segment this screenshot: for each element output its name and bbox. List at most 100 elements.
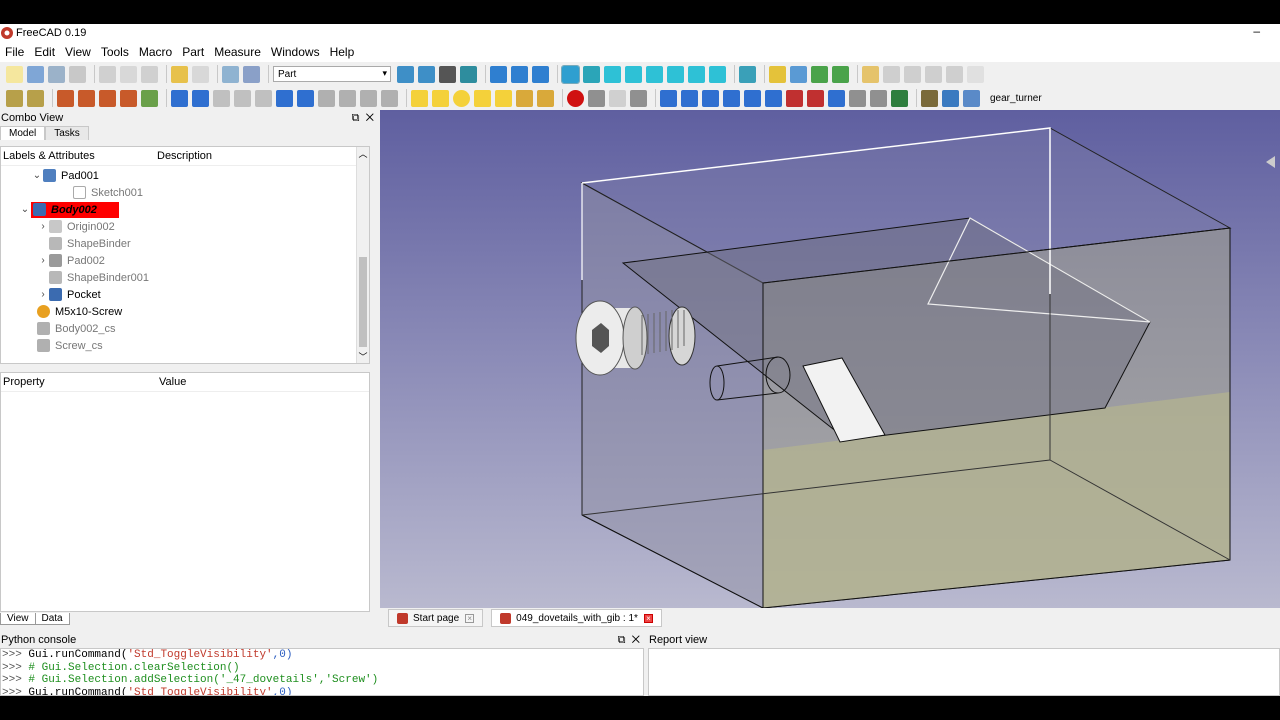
boolean-icon[interactable] bbox=[171, 89, 188, 107]
workbench-selector[interactable]: Part ▾ bbox=[273, 66, 391, 82]
tree-item-shapebinder[interactable]: ShapeBinder bbox=[49, 235, 131, 252]
chevron-up-icon[interactable]: ︿ bbox=[357, 147, 369, 160]
draw-style-icon[interactable] bbox=[439, 65, 456, 83]
open-file-icon[interactable] bbox=[27, 65, 44, 83]
primitives-icon[interactable] bbox=[537, 89, 554, 107]
record-icon[interactable] bbox=[567, 89, 584, 107]
new-file-icon[interactable] bbox=[6, 65, 23, 83]
section-cut-icon[interactable] bbox=[849, 89, 866, 107]
macro-tool-4-icon[interactable] bbox=[120, 89, 137, 107]
menu-tools[interactable]: Tools bbox=[96, 45, 134, 59]
macro-edit-icon[interactable] bbox=[27, 89, 44, 107]
section-icon[interactable] bbox=[255, 89, 272, 107]
tree-item-sketch001[interactable]: Sketch001 bbox=[73, 184, 143, 201]
measure-toggle-icon[interactable] bbox=[946, 65, 963, 83]
torus-icon[interactable] bbox=[495, 89, 512, 107]
float-icon[interactable]: ⧉ bbox=[618, 634, 626, 646]
check-geometry-icon[interactable] bbox=[360, 89, 377, 107]
menu-view[interactable]: View bbox=[60, 45, 96, 59]
measure-clear-icon[interactable] bbox=[925, 65, 942, 83]
sweep-icon[interactable] bbox=[828, 89, 845, 107]
cone-icon[interactable] bbox=[474, 89, 491, 107]
tree-item-body002-cs[interactable]: Body002_cs bbox=[37, 320, 116, 337]
tab-tasks[interactable]: Tasks bbox=[45, 126, 89, 140]
rear-view-icon[interactable] bbox=[667, 65, 684, 83]
3d-model-view[interactable] bbox=[380, 110, 1280, 608]
sphere-icon[interactable] bbox=[453, 89, 470, 107]
measure-linear-icon[interactable] bbox=[862, 65, 879, 83]
zoom-icon[interactable] bbox=[561, 64, 580, 84]
tab-start-page[interactable]: Start page × bbox=[388, 609, 484, 627]
revolve-icon[interactable] bbox=[681, 89, 698, 107]
macro-tool-3-icon[interactable] bbox=[99, 89, 116, 107]
paste-icon[interactable] bbox=[141, 65, 158, 83]
tab-dovetails-doc[interactable]: 049_dovetails_with_gib : 1* × bbox=[491, 609, 662, 627]
thickness-icon[interactable] bbox=[891, 89, 908, 107]
tree-item-body002[interactable]: ⌄ Body002 bbox=[19, 201, 119, 218]
tree-item-origin002[interactable]: › Origin002 bbox=[37, 218, 115, 235]
macro-editor-icon[interactable] bbox=[609, 89, 626, 107]
tab-data[interactable]: Data bbox=[34, 613, 70, 625]
macro-tool-5-icon[interactable] bbox=[141, 89, 158, 107]
spreadsheet-icon[interactable] bbox=[921, 89, 938, 107]
common-icon[interactable] bbox=[234, 89, 251, 107]
compound-icon[interactable] bbox=[318, 89, 335, 107]
tree-item-pad002[interactable]: › Pad002 bbox=[37, 252, 105, 269]
create-group-icon[interactable] bbox=[790, 65, 807, 83]
tube-icon[interactable] bbox=[516, 89, 533, 107]
tree-item-pad001[interactable]: ⌄ Pad001 bbox=[31, 167, 99, 184]
tab-view[interactable]: View bbox=[0, 613, 36, 625]
scrollbar-thumb[interactable] bbox=[359, 257, 367, 347]
join-features-icon[interactable] bbox=[276, 89, 293, 107]
macro-tool-1-icon[interactable] bbox=[57, 89, 74, 107]
menu-measure[interactable]: Measure bbox=[209, 45, 266, 59]
fuse-icon[interactable] bbox=[213, 89, 230, 107]
close-icon[interactable]: ✕ bbox=[632, 634, 640, 646]
fillet-icon[interactable] bbox=[723, 89, 740, 107]
compound-filter-icon[interactable] bbox=[339, 89, 356, 107]
tree-item-screw-cs[interactable]: Screw_cs bbox=[37, 337, 103, 354]
measure-delta-icon[interactable] bbox=[967, 65, 984, 83]
python-icon[interactable] bbox=[942, 89, 959, 107]
close-icon[interactable]: × bbox=[643, 613, 653, 623]
copy-icon[interactable] bbox=[120, 65, 137, 83]
menu-help[interactable]: Help bbox=[325, 45, 360, 59]
tree-item-pocket[interactable]: › Pocket bbox=[37, 286, 101, 303]
front-view-icon[interactable] bbox=[604, 65, 621, 83]
measure-icon[interactable] bbox=[739, 65, 756, 83]
minimize-button[interactable]: – bbox=[1253, 24, 1260, 38]
cylinder-icon[interactable] bbox=[432, 89, 449, 107]
forward-arrow-icon[interactable] bbox=[511, 65, 528, 83]
top-view-icon[interactable] bbox=[625, 65, 642, 83]
play-icon[interactable] bbox=[630, 89, 647, 107]
report-view-output[interactable] bbox=[648, 648, 1280, 696]
menu-part[interactable]: Part bbox=[177, 45, 209, 59]
chevron-down-icon[interactable]: ⌄ bbox=[19, 204, 31, 215]
cut-boolean-icon[interactable] bbox=[192, 89, 209, 107]
sync-view-icon[interactable] bbox=[532, 65, 549, 83]
close-icon[interactable]: ✕ bbox=[366, 112, 374, 124]
gear-turner-icon[interactable] bbox=[963, 89, 980, 107]
chevron-right-icon[interactable]: › bbox=[37, 289, 49, 300]
bounding-box-icon[interactable] bbox=[460, 65, 477, 83]
fit-selection-icon[interactable] bbox=[418, 65, 435, 83]
gear-turner-label[interactable]: gear_turner bbox=[990, 93, 1042, 104]
close-icon[interactable]: × bbox=[465, 613, 475, 623]
macro-tool-2-icon[interactable] bbox=[78, 89, 95, 107]
tree-scrollbar[interactable]: ︿ ﹀ bbox=[356, 147, 369, 363]
save-icon[interactable] bbox=[48, 65, 65, 83]
chamfer-icon[interactable] bbox=[744, 89, 761, 107]
chevron-right-icon[interactable]: › bbox=[37, 255, 49, 266]
3d-viewport[interactable] bbox=[380, 110, 1280, 608]
split-icon[interactable] bbox=[297, 89, 314, 107]
measure-refresh-icon[interactable] bbox=[904, 65, 921, 83]
offset-icon[interactable] bbox=[870, 89, 887, 107]
tab-model[interactable]: Model bbox=[0, 126, 46, 140]
link-icon[interactable] bbox=[811, 65, 828, 83]
chevron-down-icon[interactable]: ﹀ bbox=[357, 350, 369, 363]
chevron-right-icon[interactable]: › bbox=[37, 221, 49, 232]
defeaturing-icon[interactable] bbox=[381, 89, 398, 107]
python-console-output[interactable]: >>> Gui.runCommand('Std_ToggleVisibility… bbox=[0, 648, 644, 696]
bottom-view-icon[interactable] bbox=[688, 65, 705, 83]
cut-icon[interactable] bbox=[99, 65, 116, 83]
